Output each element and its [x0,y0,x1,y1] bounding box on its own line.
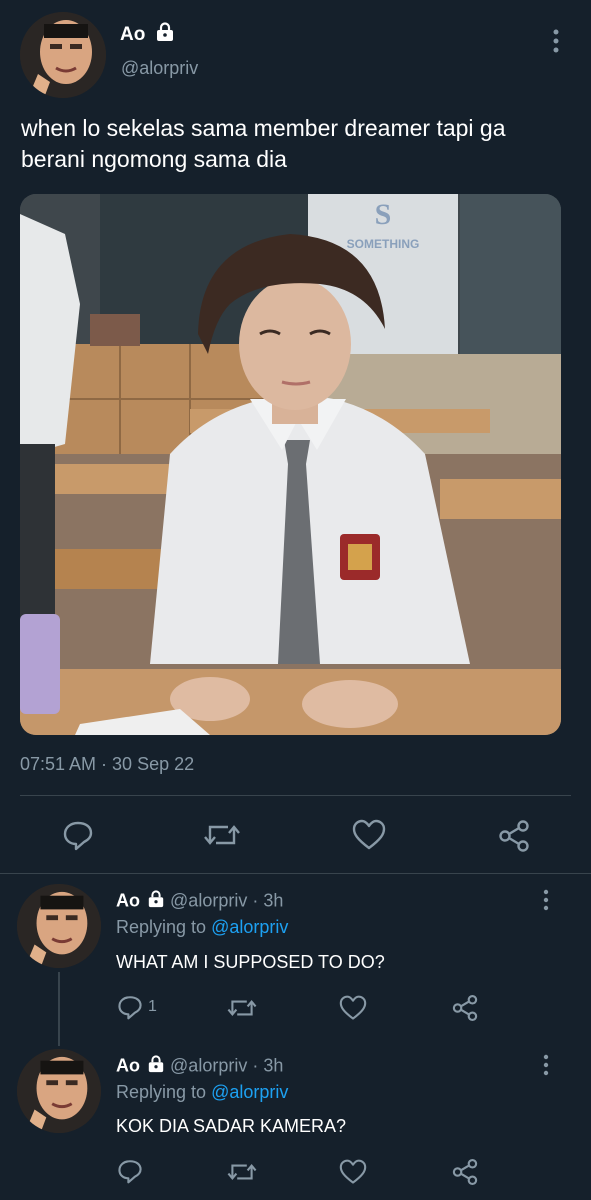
share-icon[interactable] [451,994,479,1022]
like-icon[interactable] [352,819,386,851]
reply-icon[interactable] [117,1158,143,1184]
author-name[interactable]: Ao [120,22,175,48]
photo-sign-text: SOMETHING [347,237,420,251]
retweet-icon[interactable] [226,1159,258,1185]
reply-header: Ao @alorpriv · 3h [116,890,283,913]
lock-icon [155,22,175,48]
like-icon[interactable] [339,1159,367,1185]
tweet-text: when lo sekelas sama member dreamer tapi… [21,115,506,172]
like-icon[interactable] [339,995,367,1021]
reply-header: Ao @alorpriv · 3h [116,1055,283,1078]
lock-icon [147,1055,165,1078]
retweet-icon[interactable] [202,819,242,851]
reply-icon[interactable] [62,819,94,851]
replying-to-link[interactable]: @alorpriv [211,917,288,937]
more-options-icon[interactable] [538,1054,554,1081]
divider [20,795,571,796]
replying-to: Replying to @alorpriv [116,917,288,938]
author-avatar[interactable] [20,12,106,98]
replying-to-prefix: Replying to [116,1082,207,1102]
share-icon[interactable] [451,1158,479,1186]
replying-to-link[interactable]: @alorpriv [211,1082,288,1102]
more-options-icon[interactable] [538,889,554,916]
reply-author-name[interactable]: Ao [116,890,140,910]
retweet-icon[interactable] [226,995,258,1021]
tweet-timestamp[interactable]: 07:51 AM · 30 Sep 22 [20,754,194,775]
divider [0,873,591,874]
more-options-icon[interactable] [548,28,564,59]
replying-to-prefix: Replying to [116,917,207,937]
svg-text:S: S [375,198,392,231]
share-icon[interactable] [497,819,531,853]
reply-author-name[interactable]: Ao [116,1055,140,1075]
reply-handle-time[interactable]: @alorpriv · 3h [170,1055,283,1075]
reply-text: KOK DIA SADAR KAMERA? [116,1116,347,1136]
author-handle[interactable]: @alorpriv [121,58,198,79]
reply-handle-time[interactable]: @alorpriv · 3h [170,890,283,910]
reply-avatar[interactable] [17,1049,101,1133]
author-name-text[interactable]: Ao [120,24,145,45]
replying-to: Replying to @alorpriv [116,1082,288,1103]
lock-icon [147,890,165,913]
reply-count: 1 [148,998,157,1015]
thread-line [58,972,60,1046]
reply-icon[interactable] [117,994,143,1020]
reply-text: WHAT AM I SUPPOSED TO DO? [116,952,385,972]
tweet-photo[interactable]: S SOMETHING [20,194,561,735]
reply-avatar[interactable] [17,884,101,968]
